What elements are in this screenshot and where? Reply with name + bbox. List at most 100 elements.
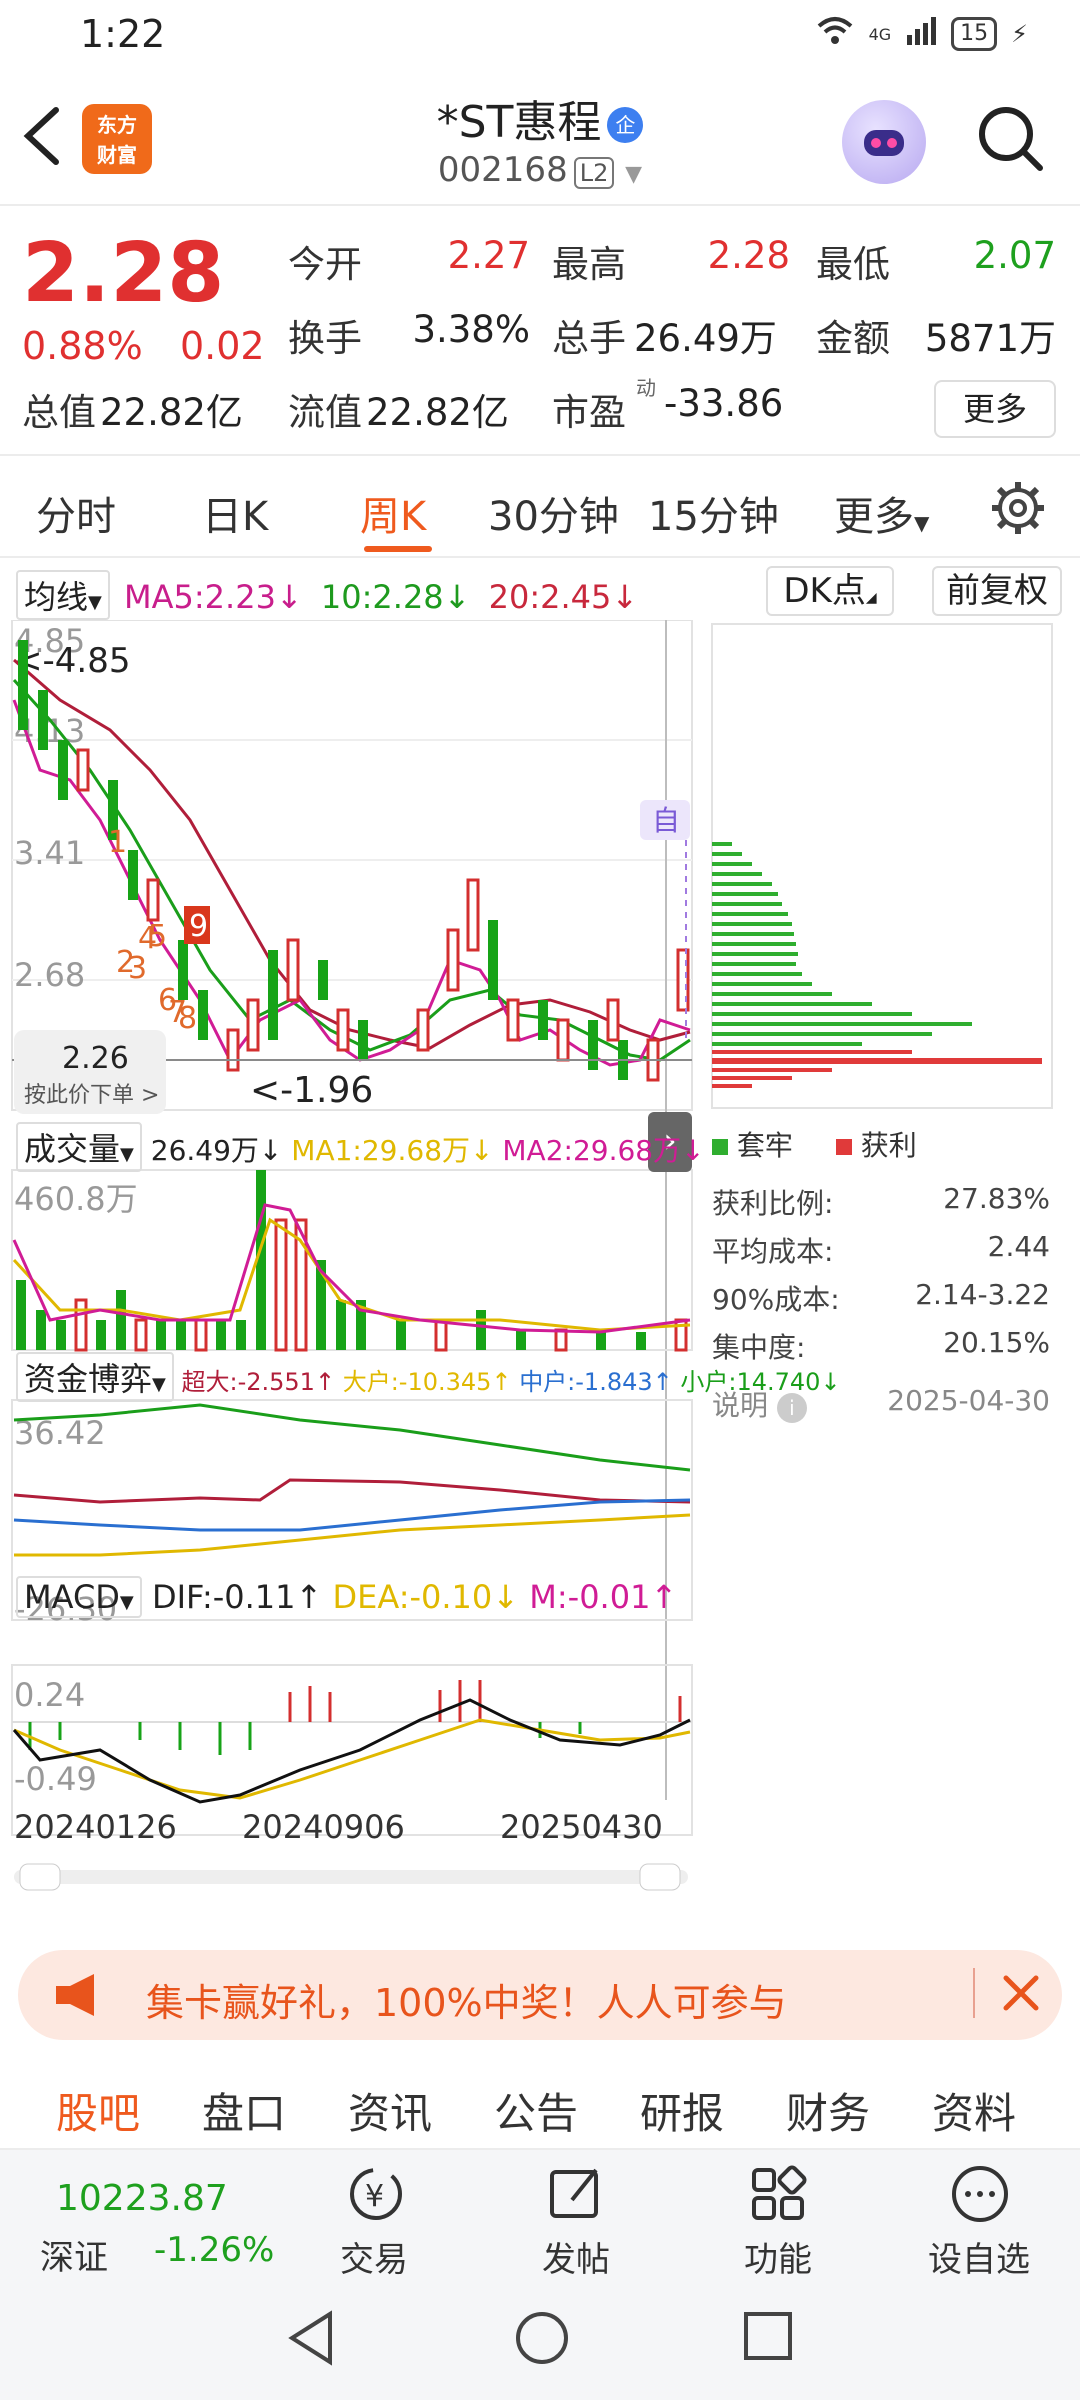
status-icons: 4G 15 ⚡ <box>815 16 1028 52</box>
kline-chart-area[interactable]: 4.85 4.13 3.41 2.68 <-4.85 <-1.96 1 2 3 … <box>0 620 700 1900</box>
y-label-268: 2.68 <box>14 956 85 994</box>
promo-banner[interactable]: 集卡赢好礼，100%中奖！人人可参与 <box>18 1950 1062 2040</box>
tab-15min[interactable]: 15分钟 <box>648 484 779 542</box>
index-value[interactable]: 10223.87 <box>56 2178 228 2219</box>
level-badge: L2 <box>573 157 615 189</box>
volume-ma1: MA1:29.68万↓ <box>291 1134 494 1167</box>
ma20-value: 20:2.45↓ <box>488 578 639 616</box>
ma10-value: 10:2.28↓ <box>320 578 471 616</box>
nav-home-icon[interactable] <box>514 2310 570 2370</box>
settings-gear-icon[interactable] <box>990 480 1046 540</box>
profit-ratio-label: 获利比例: <box>712 1187 834 1220</box>
tab-finance[interactable]: 财务 <box>786 2080 870 2141</box>
nav-recents-icon[interactable] <box>742 2310 794 2366</box>
pe-label: 市盈 <box>552 391 626 434</box>
trade-label[interactable]: 交易 <box>340 2232 408 2281</box>
macd-selector-label: MACD <box>24 1578 120 1616</box>
chip-distribution-chart[interactable] <box>710 622 1054 1122</box>
fund-mid-line <box>13 1498 691 1532</box>
macd-histogram <box>28 1680 682 1755</box>
scroll-handle-right[interactable] <box>639 1863 681 1891</box>
ma5-value: MA5:2.23↓ <box>124 578 303 616</box>
pe-sup: 动 <box>636 376 656 400</box>
tab-profile[interactable]: 资料 <box>932 2080 1016 2141</box>
ma-selector[interactable]: 均线▼ <box>16 570 110 620</box>
dropdown-caret-icon: ▼ <box>152 1374 166 1395</box>
macd-selector[interactable]: MACD▼ <box>16 1576 142 1618</box>
tab-research[interactable]: 研报 <box>640 2080 724 2141</box>
tab-more-label: 更多 <box>834 494 914 540</box>
search-icon[interactable] <box>976 104 1044 172</box>
tab-announce[interactable]: 公告 <box>494 2080 578 2141</box>
change-amount: 0.02 <box>180 324 265 368</box>
fund-selector-label: 资金博弈 <box>24 1360 153 1398</box>
corner-caret-icon: ◢ <box>865 590 877 606</box>
function-grid-icon[interactable] <box>748 2164 808 2228</box>
macd-y-top: 0.24 <box>14 1676 85 1714</box>
dk-point-button[interactable]: DK点◢ <box>766 566 894 616</box>
concentration-value: 20.15% <box>943 1326 1050 1359</box>
more-dots-icon[interactable] <box>950 2164 1010 2228</box>
open-label: 今开 <box>288 243 362 286</box>
volume-row: 成交量▼ 26.49万↓ MA1:29.68万↓ MA2:29.68万↓ <box>16 1122 705 1172</box>
order-hint: 按此价下单 > <box>24 1083 159 1108</box>
change-percent: 0.88% <box>22 324 143 368</box>
post-label[interactable]: 发帖 <box>542 2232 610 2281</box>
volume-max: 460.8万 <box>14 1180 138 1218</box>
wifi-icon <box>815 16 855 52</box>
volume-selector[interactable]: 成交量▼ <box>16 1122 142 1172</box>
tab-pankou[interactable]: 盘口 <box>202 2080 286 2141</box>
amount-label: 金额 <box>816 317 890 360</box>
watchlist-label[interactable]: 设自选 <box>928 2232 1030 2281</box>
tab-guba[interactable]: 股吧 <box>56 2080 140 2141</box>
assistant-avatar[interactable] <box>842 100 926 184</box>
bottom-toolbar: 10223.87 深证 -1.26% ¥ 交易 发帖 功能 设自选 <box>0 2150 1080 2280</box>
dropdown-caret-icon: ▼ <box>119 1592 134 1613</box>
high-value: 2.28 <box>707 234 790 277</box>
stock-header: 东方 财富 *ST惠程企 002168 L2 ▼ <box>0 74 1080 206</box>
close-icon[interactable] <box>996 1968 1046 2022</box>
promo-text: 集卡赢好礼，100%中奖！人人可参与 <box>146 1981 787 2025</box>
chip-note[interactable]: 说明 i <box>712 1384 807 1424</box>
more-quote-button[interactable]: 更多 <box>934 380 1056 438</box>
function-label[interactable]: 功能 <box>744 2232 812 2281</box>
tab-weekly[interactable]: 周K <box>360 484 426 542</box>
charging-icon: ⚡ <box>1011 20 1028 48</box>
marker-8: 8 <box>178 1001 197 1036</box>
status-time: 1:22 <box>80 12 166 56</box>
nav-back-icon[interactable] <box>286 2310 336 2370</box>
chip-profit-bars <box>712 1050 1042 1088</box>
trade-yuan-icon[interactable]: ¥ <box>344 2164 408 2228</box>
system-nav-bar <box>0 2280 1080 2400</box>
signal-markers: 1 2 3 4 5 6 7 8 <box>108 825 197 1036</box>
tab-more[interactable]: 更多▼ <box>834 484 929 542</box>
svg-text:¥: ¥ <box>365 2179 384 2214</box>
tab-news[interactable]: 资讯 <box>348 2080 432 2141</box>
fund-super-line <box>13 1478 691 1504</box>
scroll-handle-left[interactable] <box>19 1863 61 1891</box>
tab-intraday[interactable]: 分时 <box>36 484 116 542</box>
fund-selector[interactable]: 资金博弈▼ <box>16 1352 174 1402</box>
last-price: 2.28 <box>22 226 225 321</box>
stock-name: *ST惠程 <box>436 97 602 148</box>
turnover-label: 换手 <box>288 317 362 360</box>
ma-selector-label: 均线 <box>24 578 89 616</box>
marker-9: 9 <box>189 909 208 944</box>
low-label: 最低 <box>816 243 890 286</box>
chevron-down-icon: ▼ <box>914 511 930 535</box>
price-tag: 2.26 <box>62 1041 129 1076</box>
profit-ratio-value: 27.83% <box>943 1182 1050 1215</box>
legend-trapped-swatch <box>712 1139 728 1155</box>
volume-selector-label: 成交量 <box>24 1130 121 1168</box>
tab-30min[interactable]: 30分钟 <box>488 484 619 542</box>
marker-5: 5 <box>148 919 167 954</box>
promo-divider <box>973 1968 975 2018</box>
date-start: 20240126 <box>14 1808 177 1846</box>
time-scrollbar[interactable] <box>14 1870 688 1884</box>
battery-icon: 15 <box>951 17 998 51</box>
edit-post-icon[interactable] <box>546 2164 606 2228</box>
tab-daily[interactable]: 日K <box>202 484 268 542</box>
info-icon: i <box>776 1393 807 1423</box>
adjust-mode-button[interactable]: 前复权 <box>932 566 1062 616</box>
tab-underline <box>364 546 432 552</box>
